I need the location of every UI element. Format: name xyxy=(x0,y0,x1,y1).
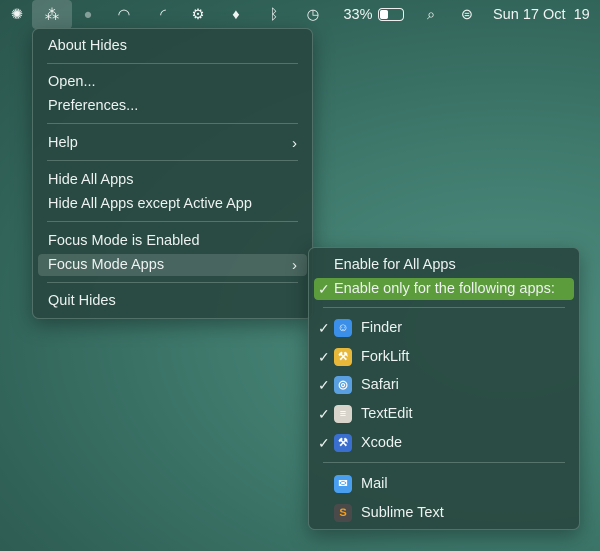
menu-item-open[interactable]: Open... xyxy=(38,71,307,93)
separator xyxy=(47,160,298,161)
label: Sublime Text xyxy=(361,505,444,521)
clock[interactable]: Sun 17 Oct 19 xyxy=(493,4,600,25)
textedit-app-icon: ≡ xyxy=(334,405,352,423)
checkmark-icon: ✓ xyxy=(318,320,334,337)
app-item-sublime-text[interactable]: S Sublime Text xyxy=(314,502,574,524)
gear-icon[interactable]: ⚙ xyxy=(188,4,208,25)
label: Hide All Apps except Active App xyxy=(48,196,252,212)
label: Focus Mode Apps xyxy=(48,257,164,273)
label: Mail xyxy=(361,476,388,492)
sublime-text-app-icon: S xyxy=(334,504,352,522)
submenu-item-enable-only[interactable]: ✓Enable only for the following apps: xyxy=(314,278,574,300)
app-item-finder[interactable]: ✓☺ Finder xyxy=(314,317,574,339)
separator xyxy=(47,123,298,124)
menu-item-focus-enabled[interactable]: Focus Mode is Enabled xyxy=(38,230,307,252)
forklift-app-icon: ⚒ xyxy=(334,348,352,366)
app-item-mail[interactable]: ✉ Mail xyxy=(314,473,574,495)
app-item-textedit[interactable]: ✓≡ TextEdit xyxy=(314,403,574,425)
menu-item-quit[interactable]: Quit Hides xyxy=(38,290,307,312)
signal-icon[interactable]: ◜ xyxy=(152,4,174,25)
safari-app-icon: ◎ xyxy=(334,376,352,394)
app-item-xcode[interactable]: ✓⚒ Xcode xyxy=(314,432,574,454)
battery-icon[interactable] xyxy=(376,4,406,25)
xcode-app-icon: ⚒ xyxy=(334,434,352,452)
separator xyxy=(323,307,565,308)
separator xyxy=(47,63,298,64)
time-machine-icon[interactable]: ◷ xyxy=(302,4,324,25)
label: Enable for All Apps xyxy=(334,257,456,273)
label: Open... xyxy=(48,74,96,90)
hides-sparkle-icon[interactable]: ⁂ xyxy=(32,0,72,29)
menu-item-about[interactable]: About Hides xyxy=(38,35,307,57)
menu-item-focus-mode-apps[interactable]: Focus Mode Apps › xyxy=(38,254,307,276)
label: Finder xyxy=(361,320,402,336)
label: Focus Mode is Enabled xyxy=(48,233,200,249)
checkmark-icon: ✓ xyxy=(318,281,334,298)
search-icon[interactable]: ⌕ xyxy=(421,4,441,25)
focus-apps-submenu: Enable for All Apps ✓Enable only for the… xyxy=(308,247,580,530)
bluetooth-icon[interactable]: ᛒ xyxy=(264,4,284,25)
label: Preferences... xyxy=(48,98,138,114)
label: Quit Hides xyxy=(48,293,116,309)
separator xyxy=(323,462,565,463)
menu-item-hide-all[interactable]: Hide All Apps xyxy=(38,169,307,191)
menu-item-preferences[interactable]: Preferences... xyxy=(38,95,307,117)
app-item-forklift[interactable]: ✓⚒ ForkLift xyxy=(314,346,574,368)
menu-item-help[interactable]: Help › xyxy=(38,132,307,154)
label: About Hides xyxy=(48,38,127,54)
user-icon[interactable]: ● xyxy=(78,4,98,25)
label: TextEdit xyxy=(361,406,413,422)
pinwheel-icon[interactable]: ✺ xyxy=(8,4,26,25)
hides-menu: About Hides Open... Preferences... Help ›… xyxy=(32,28,313,319)
label: Help xyxy=(48,135,78,151)
checkmark-icon: ✓ xyxy=(318,435,334,452)
chevron-right-icon: › xyxy=(292,135,297,152)
mail-app-icon: ✉ xyxy=(334,475,352,493)
label: Enable only for the following apps: xyxy=(334,281,555,297)
separator xyxy=(47,221,298,222)
separator xyxy=(47,282,298,283)
checkmark-icon: ✓ xyxy=(318,406,334,423)
submenu-item-enable-all[interactable]: Enable for All Apps xyxy=(314,254,574,276)
menu-item-hide-except-active[interactable]: Hide All Apps except Active App xyxy=(38,193,307,215)
checkmark-icon: ✓ xyxy=(318,377,334,394)
label: Xcode xyxy=(361,435,402,451)
menu-bar: ✺ ⁂ ● ◠ ◜ ⚙ ♦ ᛒ ◷ 33% ⌕ ⊜ Sun 17 Oct 19 xyxy=(0,0,600,29)
chevron-right-icon: › xyxy=(292,257,297,274)
label: Hide All Apps xyxy=(48,172,133,188)
app-icon[interactable]: ♦ xyxy=(226,4,246,25)
label: Safari xyxy=(361,377,399,393)
wifi-icon[interactable]: ◠ xyxy=(113,4,135,25)
label: ForkLift xyxy=(361,349,409,365)
app-item-safari[interactable]: ✓◎ Safari xyxy=(314,374,574,396)
finder-app-icon: ☺ xyxy=(334,319,352,337)
checkmark-icon: ✓ xyxy=(318,349,334,366)
control-center-icon[interactable]: ⊜ xyxy=(456,4,478,25)
battery-percent: 33% xyxy=(343,4,373,25)
